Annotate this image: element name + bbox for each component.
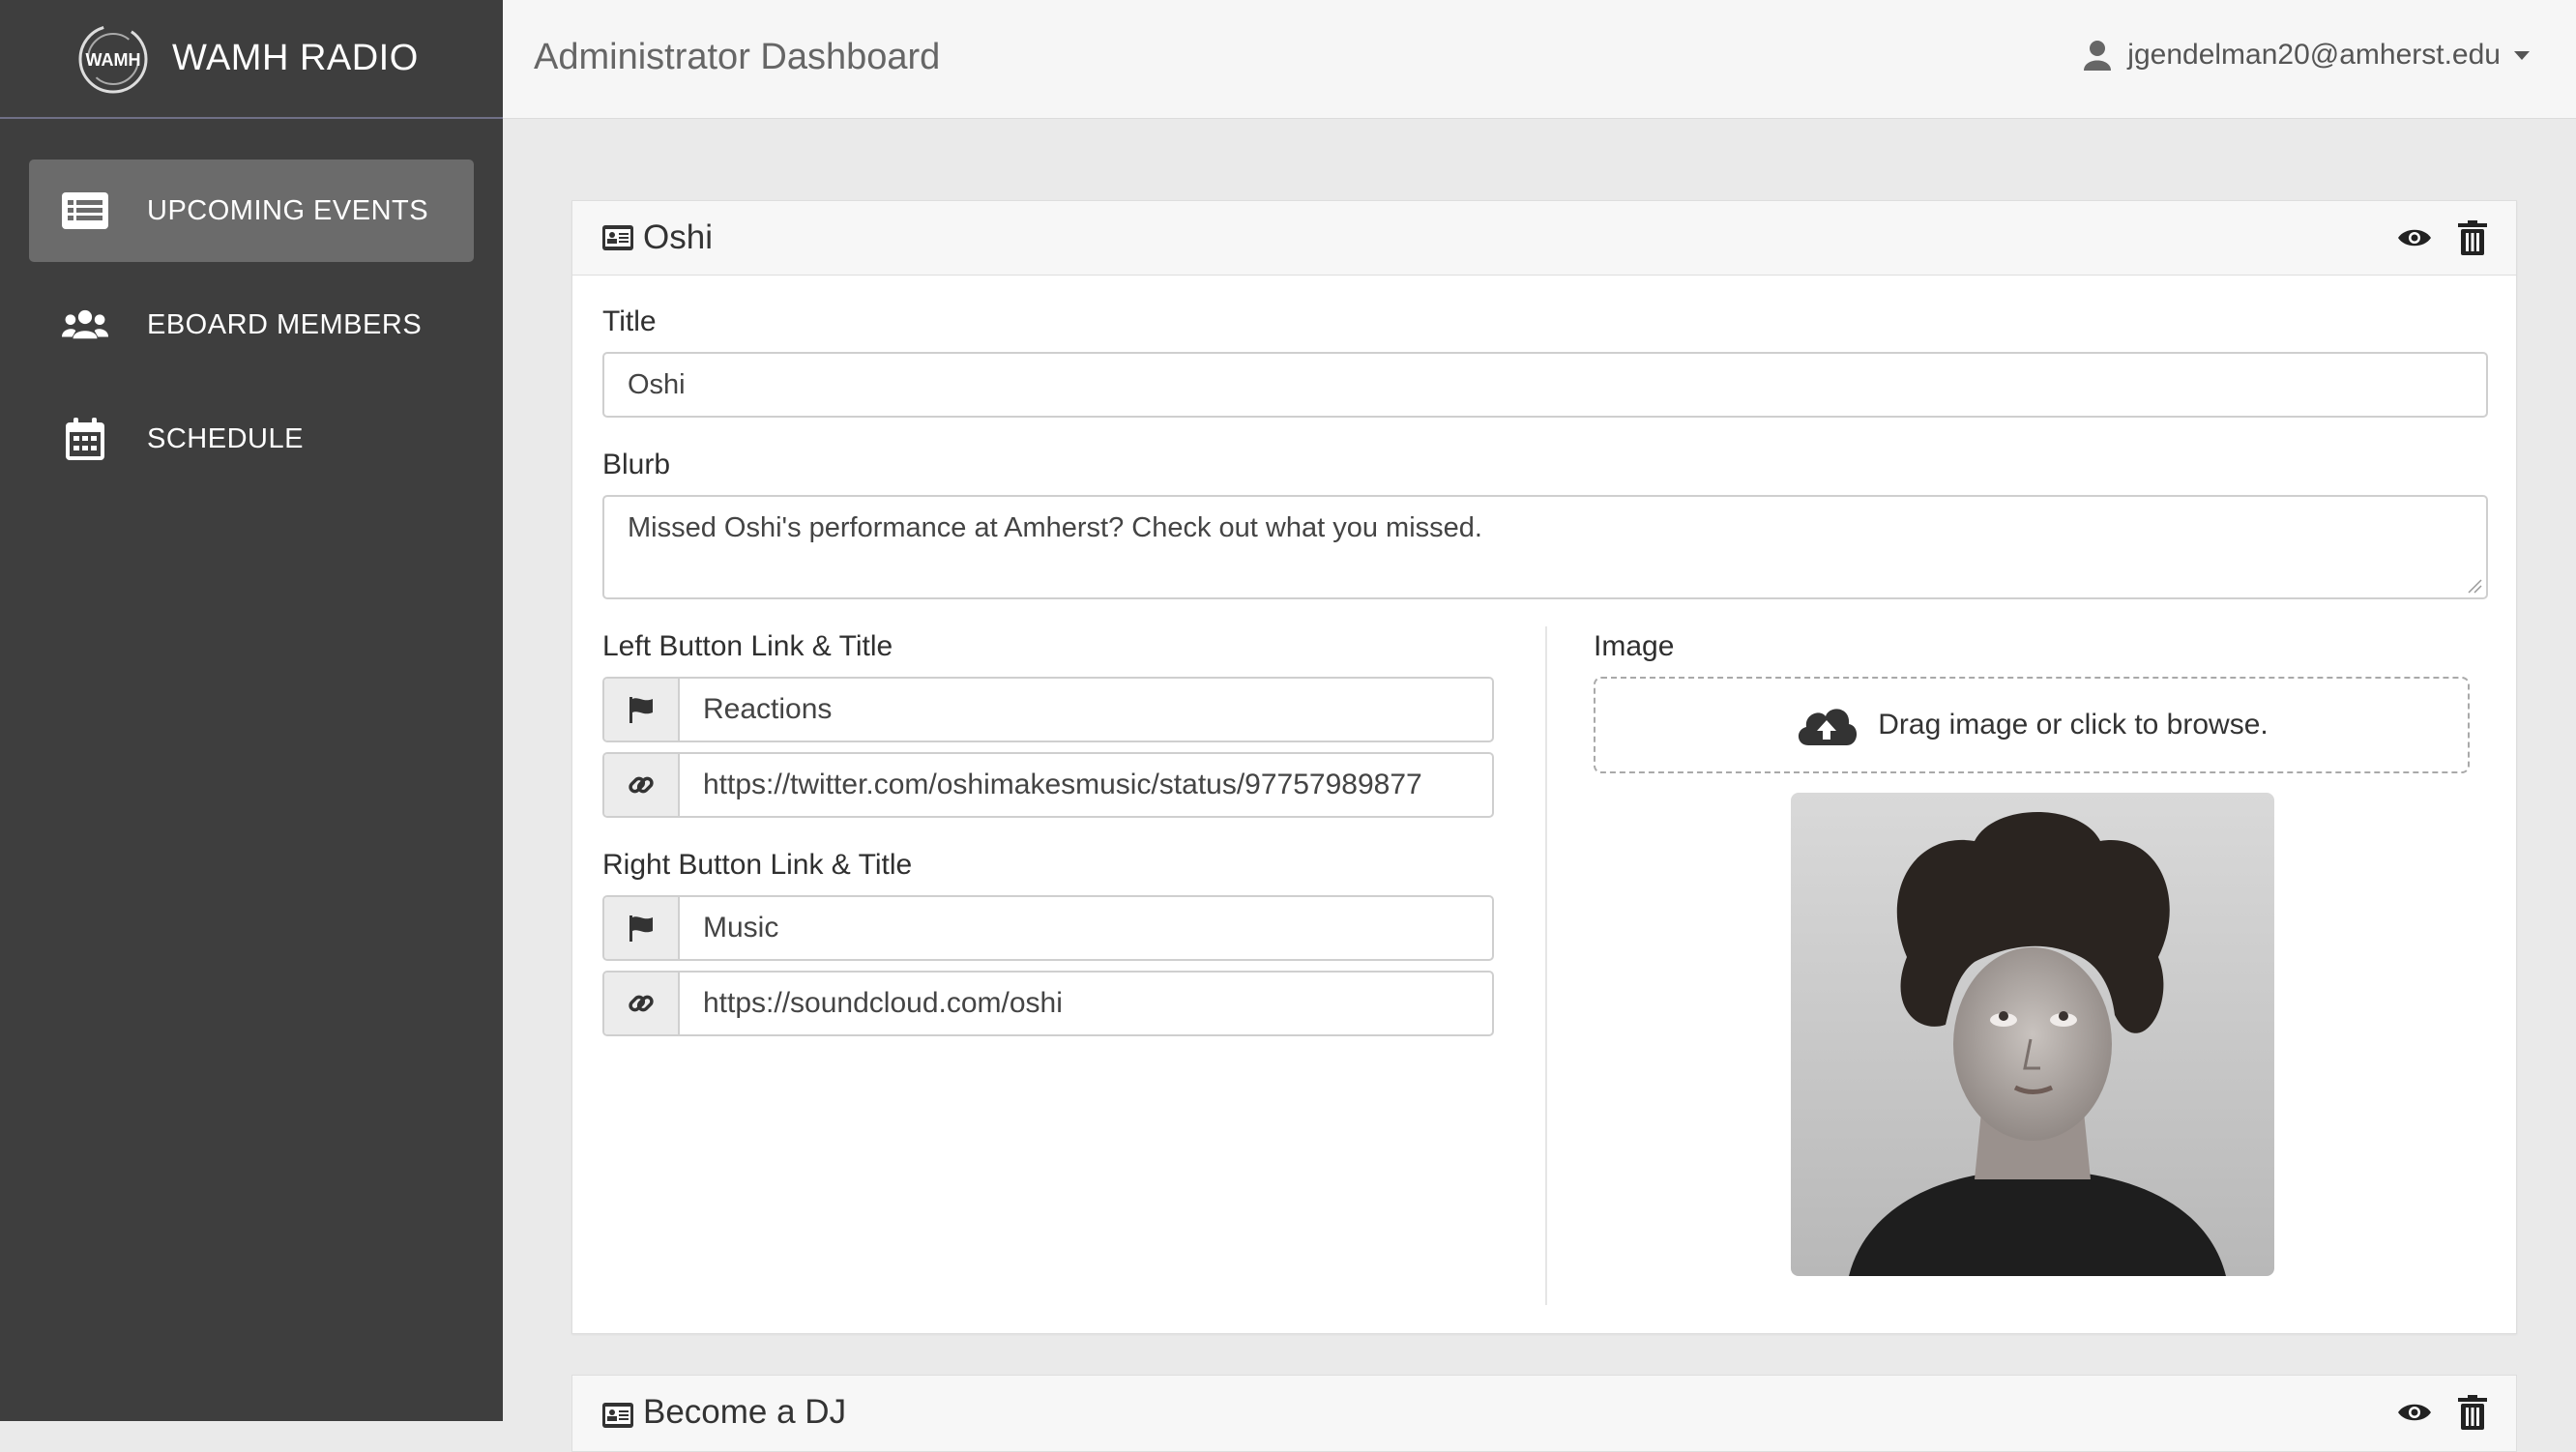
user-email: jgendelman20@amherst.edu	[2127, 39, 2501, 71]
image-label: Image	[1594, 630, 1675, 662]
trash-icon[interactable]	[2454, 1395, 2491, 1430]
title-label: Title	[602, 305, 657, 337]
right-button-title-group[interactable]: Music	[602, 895, 1494, 961]
eye-icon[interactable]	[2396, 220, 2433, 255]
card-actions	[2375, 1395, 2491, 1430]
sidebar-item-label: UPCOMING EVENTS	[147, 194, 429, 226]
column-divider	[1545, 626, 1547, 1305]
event-card: Oshi Title Oshi Blurb Missed Oshi's perf…	[571, 200, 2517, 1334]
sidebar-item-label: EBOARD MEMBERS	[147, 308, 423, 340]
card-header: Oshi	[572, 201, 2516, 276]
sidebar-item-label: SCHEDULE	[147, 422, 304, 454]
left-button-link-group[interactable]: https://twitter.com/oshimakesmusic/statu…	[602, 752, 1494, 818]
flag-icon	[604, 679, 680, 741]
resize-handle-icon[interactable]	[2467, 578, 2482, 594]
top-bar: Administrator Dashboard jgendelman20@amh…	[503, 0, 2576, 119]
logo-text: WAMH	[86, 50, 141, 70]
eye-icon[interactable]	[2396, 1395, 2433, 1430]
left-button-link: https://twitter.com/oshimakesmusic/statu…	[703, 769, 1422, 800]
wamh-logo: WAMH	[78, 24, 148, 93]
calendar-icon	[62, 416, 108, 462]
left-button-label: Left Button Link & Title	[602, 630, 893, 662]
blurb-label: Blurb	[602, 449, 671, 480]
brand-name: WAMH RADIO	[172, 38, 419, 78]
right-button-label: Right Button Link & Title	[602, 849, 913, 881]
dropzone-text: Drag image or click to browse.	[1878, 709, 2269, 741]
image-dropzone[interactable]: Drag image or click to browse.	[1594, 677, 2470, 773]
title-value: Oshi	[628, 368, 686, 400]
sidebar: WAMH WAMH RADIO UPCOMING EVENTS EBOARD M…	[0, 0, 503, 1421]
brand[interactable]: WAMH WAMH RADIO	[0, 0, 503, 119]
cloud-upload-icon	[1799, 709, 1858, 745]
left-button-title-group[interactable]: Reactions	[602, 677, 1494, 742]
link-icon	[604, 973, 680, 1034]
event-photo	[1791, 793, 2274, 1276]
right-button-link-group[interactable]: https://soundcloud.com/oshi	[602, 971, 1494, 1036]
title-input[interactable]: Oshi	[602, 352, 2488, 418]
right-button-link: https://soundcloud.com/oshi	[703, 987, 1063, 1019]
event-card: Become a DJ	[571, 1375, 2517, 1452]
card-actions	[2375, 220, 2491, 255]
sidebar-item-eboard-members[interactable]: EBOARD MEMBERS	[29, 274, 474, 376]
flag-icon	[604, 897, 680, 959]
user-menu[interactable]: jgendelman20@amherst.edu	[2083, 39, 2530, 72]
id-card-icon	[602, 225, 633, 250]
user-icon	[2084, 41, 2112, 71]
sidebar-item-schedule[interactable]: SCHEDULE	[29, 388, 474, 490]
left-button-title: Reactions	[703, 693, 833, 725]
trash-icon[interactable]	[2454, 220, 2491, 255]
list-alt-icon	[62, 188, 108, 234]
right-button-title: Music	[703, 912, 779, 944]
sidebar-item-upcoming-events[interactable]: UPCOMING EVENTS	[29, 160, 474, 262]
users-icon	[62, 302, 108, 348]
id-card-icon	[602, 1403, 633, 1428]
page-title: Administrator Dashboard	[534, 37, 941, 77]
caret-down-icon	[2514, 50, 2530, 60]
blurb-value: Missed Oshi's performance at Amherst? Ch…	[628, 512, 1482, 543]
sidebar-nav: UPCOMING EVENTS EBOARD MEMBERS SCHEDULE	[0, 160, 503, 490]
event-title: Oshi	[643, 218, 713, 256]
link-icon	[604, 754, 680, 816]
blurb-textarea[interactable]: Missed Oshi's performance at Amherst? Ch…	[602, 495, 2488, 599]
event-title: Become a DJ	[643, 1393, 847, 1431]
